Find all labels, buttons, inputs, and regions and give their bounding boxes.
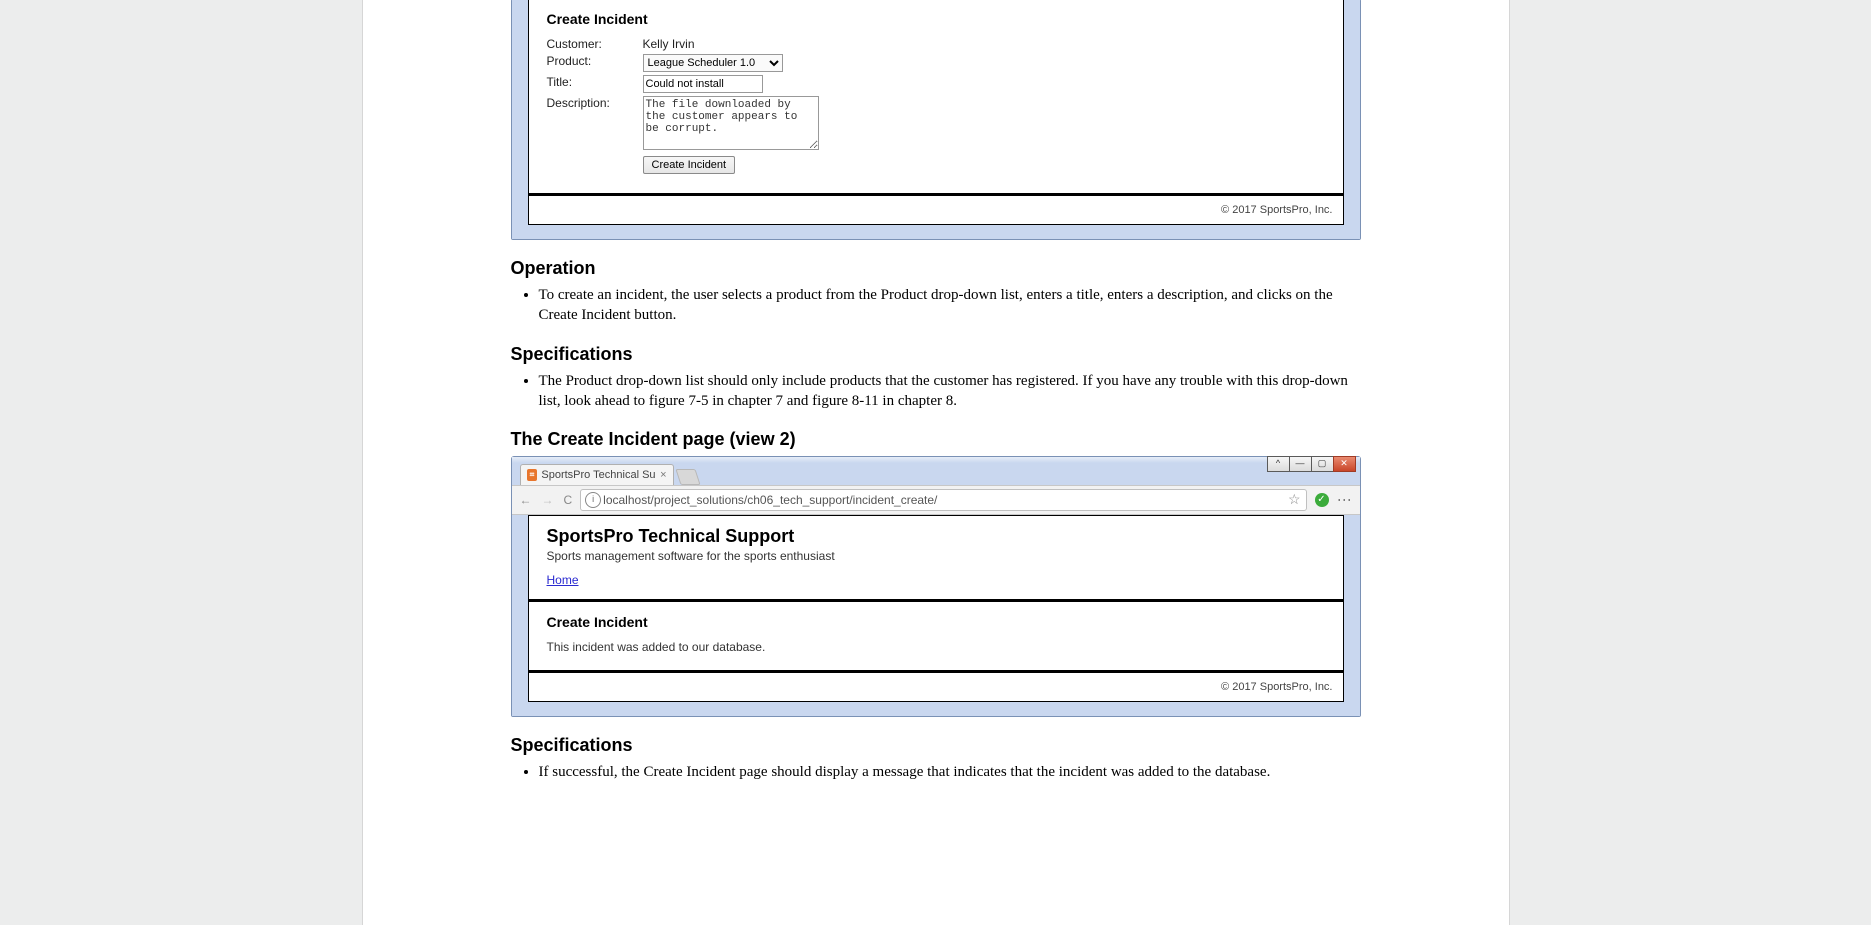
site-title: SportsPro Technical Support (547, 526, 1325, 547)
browser-tab[interactable]: ⌗ SportsPro Technical Supp × (520, 464, 674, 485)
browser-window-view1: Create Incident Customer: Kelly Irvin Pr… (511, 0, 1361, 240)
maximize-icon[interactable]: ▢ (1311, 456, 1334, 472)
product-label: Product: (547, 54, 643, 68)
back-icon[interactable]: ← (520, 493, 532, 507)
title-input[interactable] (643, 75, 763, 93)
home-link[interactable]: Home (547, 573, 579, 587)
description-label: Description: (547, 96, 643, 110)
heading-operation: Operation (511, 258, 1361, 279)
tab-close-icon[interactable]: × (660, 469, 666, 481)
browser-window-view2: ^ — ▢ ✕ ⌗ SportsPro Technical Supp × ← →… (511, 456, 1361, 717)
heading-view2: The Create Incident page (view 2) (511, 429, 1361, 450)
operation-bullet: To create an incident, the user selects … (539, 285, 1361, 326)
star-icon[interactable]: ☆ (1288, 491, 1301, 508)
document-page: Create Incident Customer: Kelly Irvin Pr… (362, 0, 1510, 925)
new-tab-button[interactable] (675, 469, 700, 485)
close-icon[interactable]: ✕ (1333, 456, 1356, 472)
customer-value: Kelly Irvin (643, 37, 695, 51)
reload-icon[interactable]: C (564, 493, 573, 507)
customer-label: Customer: (547, 37, 643, 51)
heading-specifications-2: Specifications (511, 735, 1361, 756)
tab-title: SportsPro Technical Supp (541, 469, 656, 481)
forward-icon[interactable]: → (542, 493, 554, 507)
specs1-bullet: The Product drop-down list should only i… (539, 371, 1361, 412)
product-select[interactable]: League Scheduler 1.0 (643, 54, 783, 72)
description-textarea[interactable] (643, 96, 819, 150)
title-label: Title: (547, 75, 643, 89)
page-heading: Create Incident (547, 614, 1325, 630)
caret-icon[interactable]: ^ (1267, 456, 1290, 472)
create-incident-button[interactable]: Create Incident (643, 156, 736, 174)
menu-icon[interactable]: ⋮ (1336, 493, 1353, 508)
success-message: This incident was added to our database. (547, 640, 1325, 654)
minimize-icon[interactable]: — (1289, 456, 1312, 472)
heading-specifications-1: Specifications (511, 344, 1361, 365)
site-subtitle: Sports management software for the sport… (547, 549, 1325, 563)
specs2-bullet: If successful, the Create Incident page … (539, 762, 1361, 782)
favicon-icon: ⌗ (527, 469, 538, 481)
secure-icon: ✓ (1315, 493, 1329, 507)
form-heading: Create Incident (547, 11, 1325, 27)
address-bar[interactable] (580, 489, 1306, 511)
footer-copyright: © 2017 SportsPro, Inc. (529, 196, 1343, 224)
footer-copyright-2: © 2017 SportsPro, Inc. (529, 673, 1343, 701)
